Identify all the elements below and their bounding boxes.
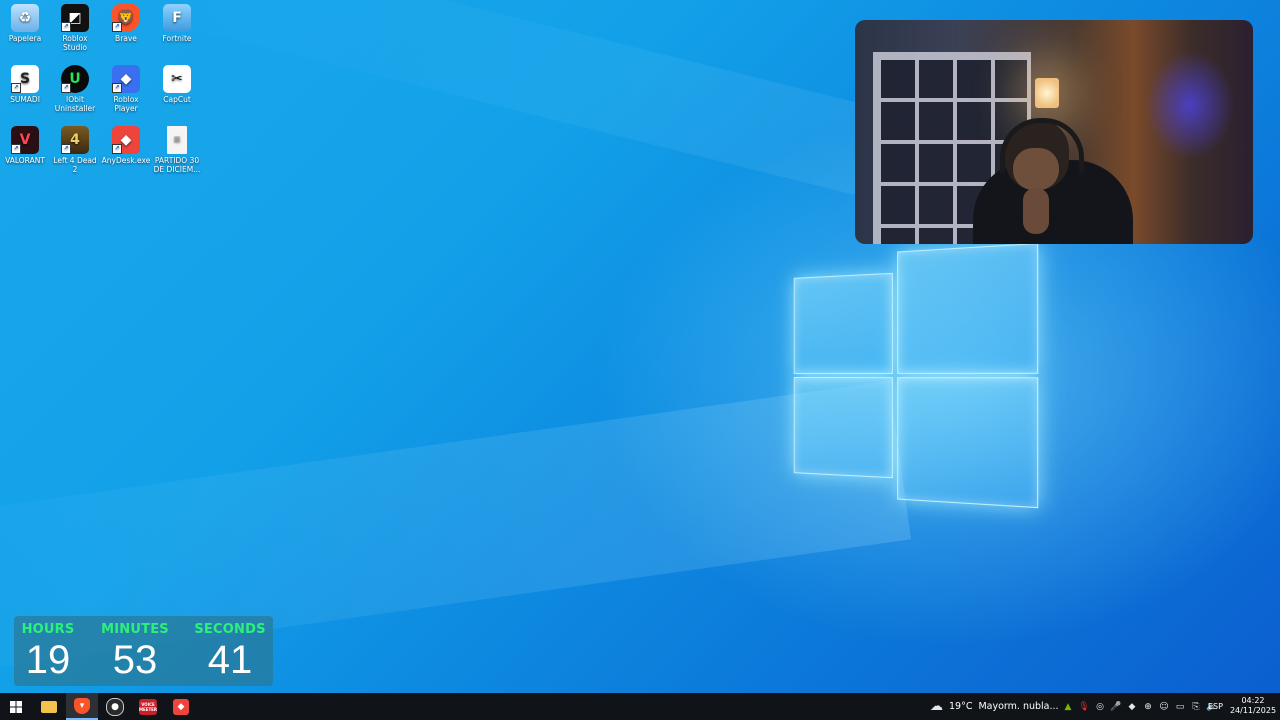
clock-time: 04:22	[1241, 696, 1265, 705]
weather-description: Mayorm. nubla...	[978, 701, 1059, 712]
power-icon[interactable]: ▭	[1174, 701, 1186, 713]
logo-pane	[793, 272, 893, 374]
taskbar-obs-studio[interactable]: ●	[99, 693, 131, 720]
webcam-blue-light	[1145, 50, 1235, 160]
desktop-icon-partido-document[interactable]: ≡ PARTIDO 30 DE DICIEM...	[152, 122, 202, 174]
timer-minutes-value: 53	[112, 638, 158, 682]
start-button[interactable]	[0, 693, 32, 720]
desktop-icon-label: Brave	[115, 34, 137, 43]
taskbar-clock[interactable]: 04:22 24/11/2025	[1228, 696, 1278, 716]
timer-minutes: MINUTES 53	[95, 622, 175, 681]
desktop-icon-label: Fortnite	[162, 34, 192, 43]
timer-hours: HOURS 19	[8, 622, 88, 681]
desktop-icon-label: IObit Uninstaller	[54, 95, 96, 113]
voicemeeter-icon: VOICE MEETER	[139, 698, 157, 715]
desktop-icon-label: SUMADI	[10, 95, 40, 104]
folder-icon	[41, 700, 57, 713]
desktop-icon-roblox-player[interactable]: ◆ ↗ Roblox Player	[101, 61, 151, 113]
logo-pane	[897, 377, 1039, 509]
capcut-icon: ✂	[163, 65, 191, 93]
desktop-icon-left-4-dead-2[interactable]: 4 ↗ Left 4 Dead 2	[50, 122, 100, 174]
recycle-bin-icon: ♻	[11, 4, 39, 32]
desktop-icon-roblox-studio[interactable]: ◩ ↗ Roblox Studio	[50, 0, 100, 52]
timer-hours-value: 19	[25, 638, 71, 682]
timer-seconds: SECONDS 41	[190, 622, 270, 681]
uptime-timer-widget: HOURS 19 MINUTES 53 SECONDS 41	[14, 616, 273, 686]
webcam-person-hand	[1023, 188, 1049, 234]
desktop-icon-label: Papelera	[8, 34, 42, 43]
desktop-icon-label: Left 4 Dead 2	[53, 156, 97, 174]
roblox-player-icon: ◆ ↗	[112, 65, 140, 93]
desktop-icon-label: AnyDesk.exe	[101, 156, 151, 165]
anydesk-icon: ◆	[173, 698, 189, 715]
desktop-icon-iobit-uninstaller[interactable]: U ↗ IObit Uninstaller	[50, 61, 100, 113]
taskbar-anydesk[interactable]: ◆	[165, 693, 197, 720]
language-indicator[interactable]: ESP	[1208, 693, 1223, 720]
clock-date: 24/11/2025	[1229, 706, 1277, 715]
taskbar-file-explorer[interactable]	[33, 693, 65, 720]
iobit-uninstaller-icon: U ↗	[61, 65, 89, 93]
desktop-icon-label: CapCut	[163, 95, 191, 104]
desktop-icon-fortnite[interactable]: F Fortnite	[152, 0, 202, 43]
webcam-overlay	[855, 20, 1253, 244]
microphone-muted-icon[interactable]: 🎙	[1078, 701, 1090, 713]
logo-pane	[793, 377, 893, 479]
windows-logo-wallpaper	[790, 233, 1058, 518]
obs-icon: ●	[106, 697, 124, 716]
taskbar: ▾ ● VOICE MEETER ◆ ☁ 19°C Mayorm. nubla.…	[0, 693, 1280, 720]
desktop-icon-label: PARTIDO 30 DE DICIEM...	[153, 156, 201, 174]
network-icon[interactable]: ⎘	[1190, 701, 1202, 713]
desktop-icon-brave[interactable]: 🦁 ↗ Brave	[101, 0, 151, 43]
vpn-icon[interactable]: ⊕	[1142, 701, 1154, 713]
desktop-icon-valorant[interactable]: V ↗ VALORANT	[0, 122, 50, 165]
taskbar-brave-browser[interactable]: ▾	[66, 693, 98, 720]
desktop-icon-sumadi[interactable]: S ↗ SUMADI	[0, 61, 50, 104]
sumadi-icon: S ↗	[11, 65, 39, 93]
timer-seconds-value: 41	[207, 638, 253, 682]
timer-seconds-label: SECONDS	[194, 622, 266, 637]
cloudy-weather-icon: ☁	[930, 699, 943, 714]
weather-widget[interactable]: ☁ 19°C Mayorm. nubla...	[930, 693, 1059, 720]
valorant-icon: V ↗	[11, 126, 39, 154]
weather-temperature: 19°C	[949, 701, 973, 712]
brave-icon: 🦁 ↗	[112, 4, 140, 32]
desktop-icon-anydesk[interactable]: ◆ ↗ AnyDesk.exe	[101, 122, 151, 165]
taskbar-voicemeeter[interactable]: VOICE MEETER	[132, 693, 164, 720]
desktop[interactable]: ♻ Papelera ◩ ↗ Roblox Studio 🦁 ↗ Brave F F…	[0, 0, 1280, 693]
document-icon: ≡	[167, 126, 187, 154]
fortnite-icon: F	[163, 4, 191, 32]
left-4-dead-2-icon: 4 ↗	[61, 126, 89, 154]
microphone-icon[interactable]: 🎤	[1110, 701, 1122, 713]
nvidia-icon[interactable]: ▲	[1062, 701, 1074, 713]
desktop-icon-label: Roblox Studio	[62, 34, 88, 52]
steam-icon[interactable]: ◎	[1094, 701, 1106, 713]
logo-pane	[897, 242, 1039, 374]
discord-icon[interactable]: ☺	[1158, 701, 1170, 713]
roblox-studio-icon: ◩ ↗	[61, 4, 89, 32]
timer-hours-label: HOURS	[21, 622, 75, 637]
desktop-icon-label: Roblox Player	[113, 95, 139, 113]
system-tray: ▲ 🎙 ◎ 🎤 ◆ ⊕ ☺ ▭ ⎘ 🔈	[1062, 693, 1218, 720]
timer-minutes-label: MINUTES	[101, 622, 169, 637]
brave-icon: ▾	[74, 697, 90, 714]
desktop-icon-label: VALORANT	[5, 156, 45, 165]
webcam-lamp	[1035, 78, 1059, 108]
windows-start-icon	[10, 700, 22, 713]
anydesk-icon: ◆ ↗	[112, 126, 140, 154]
desktop-icon-papelera[interactable]: ♻ Papelera	[0, 0, 50, 43]
anydesk-tray-icon[interactable]: ◆	[1126, 701, 1138, 713]
desktop-icon-capcut[interactable]: ✂ CapCut	[152, 61, 202, 104]
